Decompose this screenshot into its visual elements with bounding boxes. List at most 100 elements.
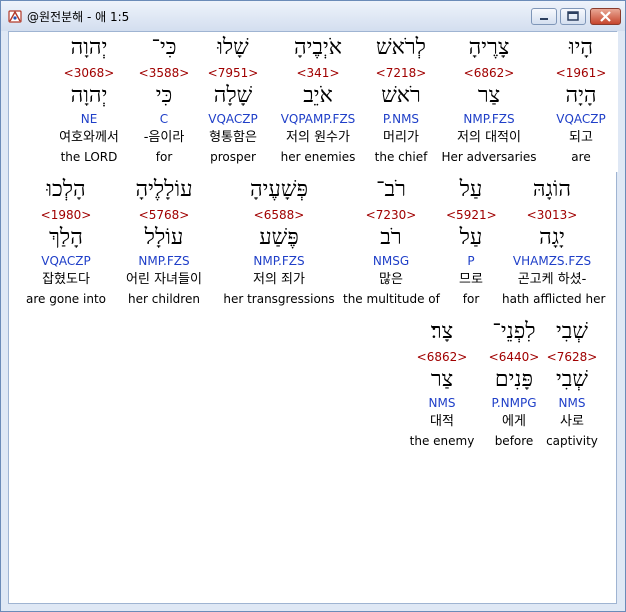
korean-gloss: 저의 대적이 xyxy=(457,130,521,145)
korean-gloss: 므로 xyxy=(459,272,483,287)
word-hebrew: צָרֶיהָ xyxy=(468,35,510,60)
strong-number[interactable]: <341> xyxy=(273,66,363,80)
maximize-button[interactable] xyxy=(560,8,586,25)
word-lifnei[interactable]: לִפְנֵי־ <6440> פָּנִים P.NMPG 에게 before xyxy=(484,320,544,456)
word-hebrew: צָר׃ xyxy=(430,319,454,344)
korean-gloss: 에게 xyxy=(502,414,526,429)
korean-gloss: 저의 죄가 xyxy=(253,272,305,287)
morph-code: NMS xyxy=(428,396,456,410)
english-gloss: Her adversaries xyxy=(441,150,537,164)
word-hebrew: עַל xyxy=(459,177,483,202)
word-hayu[interactable]: הָיוּ <1961> הָיָה VQACZP 되고 are xyxy=(545,36,617,172)
word-halkhu[interactable]: הָלְכוּ <1980> הָלַךְ VQACZP 잡혔도다 are go… xyxy=(21,178,111,314)
strong-number[interactable]: <5768> xyxy=(114,208,214,222)
english-gloss: the multitude of xyxy=(343,292,440,306)
korean-gloss: 어린 자녀들이 xyxy=(126,272,202,287)
english-gloss: captivity xyxy=(546,434,598,448)
korean-gloss: 대적 xyxy=(430,414,454,429)
morph-code: NE xyxy=(80,112,98,126)
strong-number[interactable]: <3013> xyxy=(502,208,602,222)
morph-code: NMP.FZS xyxy=(253,254,305,268)
english-gloss: the enemy xyxy=(409,434,475,448)
word-hebrew: הָלְכוּ xyxy=(46,177,86,202)
strong-number[interactable]: <7628> xyxy=(544,350,600,364)
english-gloss: her enemies xyxy=(280,150,356,164)
word-tsareha[interactable]: צָרֶיהָ <6862> צַר NMP.FZS 저의 대적이 Her ad… xyxy=(439,36,539,172)
word-hebrew: לְרֹאשׁ xyxy=(376,35,426,60)
korean-gloss: 저의 원수가 xyxy=(286,130,350,145)
korean-gloss: 형통함은 xyxy=(209,130,257,145)
english-gloss: for xyxy=(155,150,173,164)
morph-code: VQACZP xyxy=(556,112,606,126)
strong-number[interactable]: <6588> xyxy=(223,208,335,222)
word-peshaeha[interactable]: פְּשָׁעֶיהָ <6588> פֶּשַׁע NMP.FZS 저의 죄가… xyxy=(223,178,335,314)
title-bar[interactable]: @원전분해 - 애 1:5 xyxy=(1,1,625,31)
strong-number[interactable]: <1961> xyxy=(545,66,617,80)
korean-gloss: -음이라 xyxy=(143,130,185,145)
word-olaleha[interactable]: עוֹלָלֶיהָ <5768> עוֹלָל NMP.FZS 어린 자녀들이… xyxy=(114,178,214,314)
word-ki[interactable]: כִּי־ <3588> כִּי C -음이라 for xyxy=(136,36,192,172)
strong-number[interactable]: <7230> xyxy=(343,208,439,222)
word-shevi[interactable]: שְׁבִי <7628> שְׁבִי NMS 사로 captivity xyxy=(544,320,600,456)
word-lerosh[interactable]: לְרֹאשׁ <7218> רֹאשׁ P.NMS 머리가 the chief xyxy=(366,36,436,172)
morph-code: NMP.FZS xyxy=(463,112,515,126)
korean-gloss: 여호와께서 xyxy=(59,130,119,145)
word-hebrew: לִפְנֵי־ xyxy=(492,319,536,344)
word-hebrew: כִּי־ xyxy=(151,35,177,60)
english-gloss: are xyxy=(571,150,591,164)
word-tsar[interactable]: צָר׃ <6862> צַר NMS 대적 the enemy xyxy=(407,320,477,456)
word-lemma: צַר xyxy=(477,83,501,108)
close-icon xyxy=(600,11,611,22)
word-yhwh[interactable]: יְהוָה <3068> יְהוָה NE 여호와께서 the LORD xyxy=(47,36,131,172)
word-lemma: שְׁבִי xyxy=(556,367,588,392)
strong-number[interactable]: <6862> xyxy=(439,66,539,80)
english-gloss: hath afflicted her xyxy=(502,292,606,306)
word-hogah[interactable]: הוֹגָהּ <3013> יָגָה VHAMZS.FZS 곤고케 하셨- … xyxy=(502,178,606,314)
strong-number[interactable]: <6440> xyxy=(484,350,544,364)
strong-number[interactable]: <1980> xyxy=(21,208,111,222)
morph-code: P xyxy=(467,254,475,268)
window-title: @원전분해 - 애 1:5 xyxy=(27,10,130,24)
word-lemma: יָגָה xyxy=(539,225,565,250)
morph-code: C xyxy=(159,112,169,126)
morph-code: NMS xyxy=(558,396,586,410)
word-oyeveha[interactable]: אֹיְבֶיהָ <341> אֹיֵב VQPAMP.FZS 저의 원수가 … xyxy=(273,36,363,172)
strong-number[interactable]: <3068> xyxy=(47,66,131,80)
korean-gloss: 곤고케 하셨- xyxy=(517,272,587,287)
strong-number[interactable]: <7951> xyxy=(198,66,268,80)
word-shalu[interactable]: שָׁלוּ <7951> שָׁלָה VQACZP 형통함은 prosper xyxy=(198,36,268,172)
morph-code: VQPAMP.FZS xyxy=(280,112,356,126)
word-hebrew: הָיוּ xyxy=(568,35,594,60)
word-hebrew: שָׁלוּ xyxy=(217,35,249,60)
word-hebrew: אֹיְבֶיהָ xyxy=(294,35,342,60)
word-hebrew: עוֹלָלֶיהָ xyxy=(135,177,193,202)
strong-number[interactable]: <6862> xyxy=(407,350,477,364)
word-al[interactable]: עַל <5921> עַל P 므로 for xyxy=(446,177,497,314)
word-lemma: יְהוָה xyxy=(70,83,108,108)
word-hebrew: יְהוָה xyxy=(70,35,108,60)
korean-gloss: 되고 xyxy=(569,130,593,145)
word-hebrew: שְׁבִי xyxy=(556,319,588,344)
word-rov[interactable]: רֹב־ <7230> רֹב NMSG 많은 the multitude of xyxy=(343,178,440,314)
minimize-button[interactable] xyxy=(531,8,557,25)
word-lemma: פֶּשַׁע xyxy=(259,225,299,250)
english-gloss: are gone into xyxy=(26,292,106,306)
word-lemma: עוֹלָל xyxy=(144,225,184,250)
word-lemma: הָיָה xyxy=(565,83,597,108)
korean-gloss: 잡혔도다 xyxy=(42,272,90,287)
strong-number[interactable]: <7218> xyxy=(366,66,436,80)
korean-gloss: 많은 xyxy=(379,272,403,287)
english-gloss: before xyxy=(494,434,534,448)
korean-gloss: 머리가 xyxy=(383,130,419,145)
morph-code: NMP.FZS xyxy=(138,254,190,268)
minimize-icon xyxy=(540,18,548,20)
morph-code: VQACZP xyxy=(208,112,258,126)
english-gloss: prosper xyxy=(210,150,256,164)
korean-gloss: 사로 xyxy=(560,414,584,429)
word-lemma: שָׁלָה xyxy=(213,83,253,108)
strong-number[interactable]: <3588> xyxy=(136,66,192,80)
app-window: @원전분해 - 애 1:5 הָיוּ <1961> הָיָה VQACZP … xyxy=(0,0,626,612)
strong-number[interactable]: <5921> xyxy=(446,208,497,222)
word-lemma: רֹאשׁ xyxy=(381,83,421,108)
close-button[interactable] xyxy=(590,8,621,25)
